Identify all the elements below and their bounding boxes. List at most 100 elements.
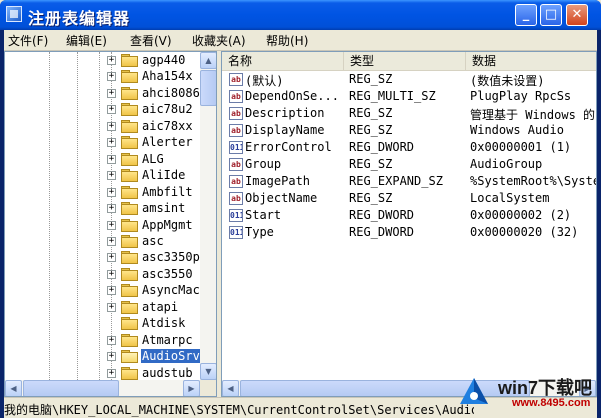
scroll-left-arrow-icon[interactable]: ◀ — [5, 380, 22, 396]
tree-item[interactable]: + ALG — [5, 151, 200, 168]
tree-vertical-scrollbar[interactable]: ▲ ▼ — [200, 52, 216, 380]
expand-plus-icon[interactable]: + — [107, 105, 116, 115]
tree-item[interactable]: + asc — [5, 233, 200, 250]
folder-icon — [121, 54, 138, 67]
value-type: REG_DWORD — [349, 140, 415, 154]
expand-plus-icon[interactable]: + — [107, 335, 116, 345]
column-header-type[interactable]: 类型 — [344, 52, 466, 70]
value-type: REG_SZ — [349, 106, 393, 120]
menu-help[interactable]: 帮助(H) — [266, 32, 308, 49]
tree-item[interactable]: + asc3550 — [5, 266, 200, 283]
key-tree-pane[interactable]: + agp440 + Aha154x + ahci8086 + aic78u2 + aic78xx… — [4, 51, 217, 397]
tree-item-label: Alerter — [142, 135, 193, 150]
tree-item[interactable]: + audstub — [5, 365, 200, 380]
regedit-window: 注册表编辑器 _ □ ✕ 文件(F) 编辑(E) 查看(V) 收藏夹(A) 帮助… — [0, 0, 601, 418]
value-type: REG_SZ — [349, 157, 393, 171]
tree-item[interactable]: + Alerter — [5, 134, 200, 151]
value-row[interactable]: ab ObjectName REG_SZ LocalSystem — [222, 190, 596, 207]
column-header-data[interactable]: 数据 — [466, 52, 596, 70]
expand-plus-icon[interactable]: + — [107, 121, 116, 131]
scroll-left-arrow-icon[interactable]: ◀ — [222, 380, 239, 396]
expand-plus-icon[interactable]: + — [107, 269, 116, 279]
value-row[interactable]: ab DisplayName REG_SZ Windows Audio — [222, 122, 596, 139]
expand-plus-icon[interactable]: + — [107, 187, 116, 197]
value-name: Description — [245, 106, 325, 120]
tree-item-label: atapi — [142, 299, 179, 314]
expand-plus-icon[interactable]: + — [107, 154, 116, 164]
scroll-up-arrow-icon[interactable]: ▲ — [200, 52, 216, 69]
maximize-button[interactable]: □ — [540, 4, 562, 26]
folder-icon — [121, 317, 138, 331]
minimize-button[interactable]: _ — [515, 4, 537, 26]
tree-item[interactable]: + AudioSrv — [5, 348, 200, 365]
tree-item[interactable]: + Atmarpc — [5, 332, 200, 349]
folder-icon — [121, 136, 138, 150]
value-row[interactable]: 011Type REG_DWORD 0x00000020 (32) — [222, 224, 596, 241]
folder-icon — [121, 300, 138, 314]
expand-plus-icon[interactable]: + — [107, 302, 116, 312]
tree-item[interactable]: + asc3350p — [5, 249, 200, 266]
tree-item[interactable]: + ahci8086 — [5, 85, 200, 102]
expand-plus-icon[interactable]: + — [107, 220, 116, 230]
tree-item[interactable]: + AppMgmt — [5, 217, 200, 234]
binary-value-icon: 011 — [229, 226, 243, 239]
value-row[interactable]: ab ImagePath REG_EXPAND_SZ %SystemRoot%\Sys… — [222, 173, 596, 190]
values-list-pane[interactable]: 名称 类型 数据 ab (默认) REG_SZ (数值未设置) ab DependOnSe… — [221, 51, 597, 397]
expand-plus-icon[interactable]: + — [107, 368, 116, 378]
tree-item[interactable]: + AliIde — [5, 167, 200, 184]
value-name: ImagePath — [245, 174, 311, 188]
value-row[interactable]: ab (默认) REG_SZ (数值未设置) — [222, 71, 596, 88]
tree-item[interactable]: + amsint — [5, 200, 200, 217]
tree-horizontal-scrollbar[interactable]: ◀ ▶ — [5, 380, 200, 396]
expand-plus-icon[interactable]: + — [107, 138, 116, 148]
tree-item[interactable]: + agp440 — [5, 52, 200, 69]
expand-plus-icon[interactable]: + — [107, 352, 116, 362]
expand-plus-icon[interactable]: + — [107, 88, 116, 98]
expand-plus-icon[interactable]: + — [107, 286, 116, 296]
watermark-url: www.8495.com — [512, 397, 591, 409]
folder-open-icon — [121, 350, 138, 364]
value-row[interactable]: ab Group REG_SZ AudioGroup — [222, 156, 596, 173]
value-type: REG_DWORD — [349, 208, 415, 222]
value-row[interactable]: 011Start REG_DWORD 0x00000002 (2) — [222, 207, 596, 224]
value-data: Windows Audio — [470, 123, 564, 137]
menu-favorites[interactable]: 收藏夹(A) — [192, 32, 246, 49]
value-data: AudioGroup — [470, 157, 543, 171]
tree-item-label: audstub — [142, 365, 193, 380]
tree-scroll-thumb[interactable] — [200, 70, 216, 106]
close-button[interactable]: ✕ — [566, 4, 588, 26]
tree-item[interactable]: + AsyncMac — [5, 282, 200, 299]
expand-plus-icon[interactable]: + — [107, 253, 116, 263]
menu-file[interactable]: 文件(F) — [8, 32, 48, 49]
value-type: REG_SZ — [349, 123, 393, 137]
column-header-name[interactable]: 名称 — [222, 52, 344, 70]
tree-item[interactable]: Atdisk — [5, 315, 200, 332]
tree-item[interactable]: + Aha154x — [5, 68, 200, 85]
title-bar[interactable]: 注册表编辑器 _ □ ✕ — [0, 0, 601, 30]
scroll-down-arrow-icon[interactable]: ▼ — [200, 363, 216, 380]
tree-item[interactable]: + aic78u2 — [5, 101, 200, 118]
menu-edit[interactable]: 编辑(E) — [66, 32, 107, 49]
value-row[interactable]: 011ErrorControl REG_DWORD 0x00000001 (1) — [222, 139, 596, 156]
expand-plus-icon[interactable]: + — [107, 204, 116, 214]
tree-item[interactable]: + Ambfilt — [5, 184, 200, 201]
string-value-icon: ab — [229, 73, 243, 86]
regedit-app-icon — [6, 6, 22, 22]
tree-hscroll-thumb[interactable] — [23, 380, 119, 396]
expand-plus-icon[interactable]: + — [107, 56, 116, 65]
value-row[interactable]: ab Description REG_SZ 管理基于 Windows 的 — [222, 105, 596, 122]
string-value-icon: ab — [229, 192, 243, 205]
expand-plus-icon[interactable]: + — [107, 72, 116, 82]
tree-item[interactable]: + atapi — [5, 299, 200, 316]
tree-item[interactable]: + aic78xx — [5, 118, 200, 135]
menu-view[interactable]: 查看(V) — [130, 32, 172, 49]
string-value-icon: ab — [229, 90, 243, 103]
expand-plus-icon[interactable]: + — [107, 236, 116, 246]
tree-item-label: Aha154x — [142, 69, 193, 84]
tree-item-label: Atdisk — [142, 316, 186, 331]
scroll-right-arrow-icon[interactable]: ▶ — [183, 380, 200, 396]
expand-plus-icon[interactable]: + — [107, 171, 116, 181]
tree-item-label: AsyncMac — [142, 283, 200, 298]
value-row[interactable]: ab DependOnSe... REG_MULTI_SZ PlugPlay RpcS… — [222, 88, 596, 105]
string-value-icon: ab — [229, 158, 243, 171]
